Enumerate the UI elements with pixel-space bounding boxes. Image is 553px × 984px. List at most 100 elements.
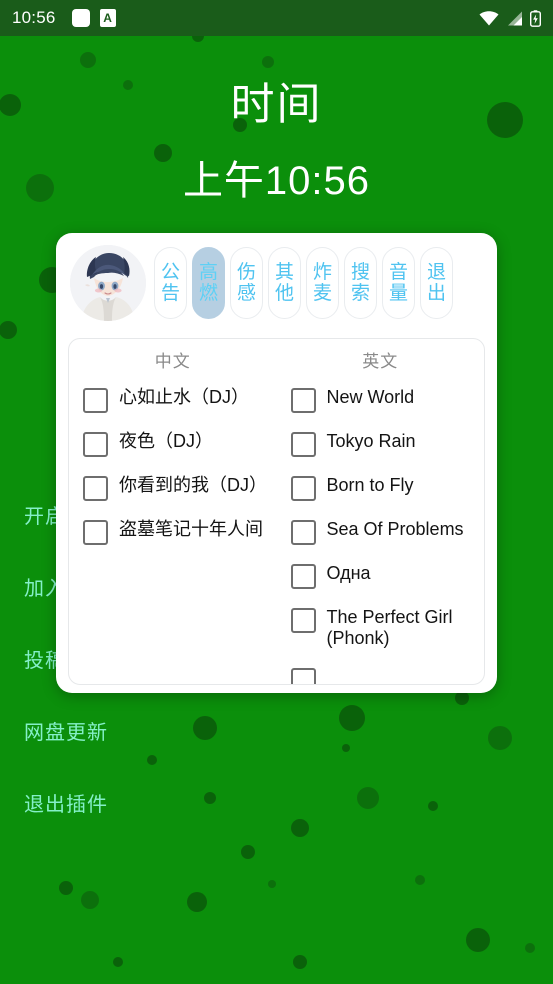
tab-gonggao[interactable]: 公 告 — [154, 247, 187, 319]
wifi-icon — [479, 10, 499, 26]
tab-gaoran-char2: 燃 — [198, 283, 218, 304]
blank-square-icon — [71, 9, 90, 27]
dialog-header: 公 告 高 燃 伤 感 其 他 炸 麦 搜 索 音 量 退 出 — [56, 233, 497, 329]
side-menu-item-3[interactable]: 网盘更新 — [24, 716, 129, 745]
decorative-bubble — [455, 691, 469, 705]
page-title: 时间 — [230, 80, 323, 129]
decorative-bubble — [415, 875, 425, 885]
decorative-bubble — [113, 957, 123, 967]
song-checkbox[interactable] — [290, 520, 316, 545]
decorative-bubble — [293, 955, 307, 969]
column-title-english: 英文 — [362, 352, 399, 371]
song-item[interactable]: Born to Fly — [281, 466, 481, 510]
status-bar-clock: 10:56 — [12, 8, 56, 27]
tab-gonggao-char1: 公 — [160, 261, 180, 283]
tab-shanggan-char2: 感 — [236, 283, 256, 304]
anime-boy-avatar-image — [70, 245, 146, 321]
song-label: Born to Fly — [326, 475, 414, 495]
song-item[interactable]: 你看到的我（DJ） — [73, 466, 273, 510]
battery-charging-icon — [530, 9, 541, 27]
tab-tuichu-char2: 出 — [426, 283, 446, 304]
song-label: New World — [326, 387, 415, 407]
category-tabs: 公 告 高 燃 伤 感 其 他 炸 麦 搜 索 音 量 退 出 — [154, 247, 453, 319]
status-bar-left-icons: A — [71, 9, 116, 27]
decorative-bubble — [187, 892, 207, 912]
decorative-bubble — [59, 881, 73, 895]
song-checkbox[interactable] — [83, 432, 108, 457]
tab-shanggan-char1: 伤 — [236, 261, 256, 283]
decorative-bubble — [241, 845, 255, 859]
decorative-bubble — [342, 744, 350, 752]
page-subtitle-time: 上午10:56 — [182, 159, 371, 203]
tab-qita-char2: 他 — [274, 283, 294, 304]
decorative-bubble — [193, 716, 217, 740]
status-bar-right-icons — [479, 9, 541, 27]
song-label: The Perfect Girl (Phonk) — [326, 607, 453, 649]
tab-tuichu-char1: 退 — [426, 261, 446, 283]
song-column-chinese: 中文 心如止水（DJ） 夜色（DJ） 你看到的我（DJ） 盗墓笔记十年人间 — [69, 339, 277, 684]
decorative-bubble — [488, 726, 512, 750]
decorative-bubble — [81, 891, 99, 909]
tab-yinliang-char1: 音 — [388, 261, 408, 283]
song-checkbox[interactable] — [290, 432, 316, 457]
song-checkbox[interactable] — [83, 476, 108, 501]
song-checkbox[interactable] — [290, 476, 316, 501]
song-label: Tokyo Rain — [326, 431, 416, 451]
song-item[interactable]: The Perfect Girl (Phonk) — [281, 598, 481, 658]
side-menu-item-4[interactable]: 退出插件 — [24, 788, 129, 817]
song-item-partial[interactable] — [281, 658, 481, 684]
song-item[interactable]: 盗墓笔记十年人间 — [73, 510, 273, 554]
cellular-signal-icon — [506, 11, 523, 26]
decorative-bubble — [339, 705, 365, 731]
song-checkbox[interactable] — [290, 668, 316, 684]
song-checkbox[interactable] — [83, 520, 108, 545]
decorative-bubble — [357, 787, 379, 809]
avatar — [70, 245, 146, 321]
song-item[interactable]: Tokyo Rain — [281, 422, 481, 466]
tab-sousuo-char2: 索 — [350, 283, 370, 304]
status-bar: 10:56 A — [0, 0, 553, 36]
tab-yinliang-char2: 量 — [388, 283, 408, 304]
tab-gaoran[interactable]: 高 燃 — [192, 247, 225, 319]
tab-gonggao-char2: 告 — [160, 283, 180, 304]
decorative-bubble — [525, 943, 535, 953]
tab-sousuo-char1: 搜 — [350, 261, 370, 283]
tab-zhamai-char1: 炸 — [312, 261, 332, 283]
song-picker-dialog: 公 告 高 燃 伤 感 其 他 炸 麦 搜 索 音 量 退 出 中文 心如止水（… — [56, 233, 497, 693]
decorative-bubble — [0, 321, 17, 339]
song-list-panel[interactable]: 中文 心如止水（DJ） 夜色（DJ） 你看到的我（DJ） 盗墓笔记十年人间 英文… — [68, 338, 485, 685]
tab-zhamai[interactable]: 炸 麦 — [306, 247, 339, 319]
a-letter-icon: A — [99, 9, 116, 27]
song-label: Sea Of Problems — [326, 519, 464, 539]
song-checkbox[interactable] — [83, 388, 108, 413]
decorative-bubble — [268, 880, 276, 888]
tab-tuichu[interactable]: 退 出 — [420, 247, 453, 319]
tab-qita-char1: 其 — [274, 261, 294, 283]
song-label: 盗墓笔记十年人间 — [119, 519, 263, 539]
decorative-bubble — [147, 755, 157, 765]
song-label: 夜色（DJ） — [119, 431, 213, 451]
song-label: 你看到的我（DJ） — [119, 475, 267, 495]
decorative-bubble — [80, 52, 96, 68]
tab-sousuo[interactable]: 搜 索 — [344, 247, 377, 319]
song-item[interactable]: Одна — [281, 554, 481, 598]
column-title-chinese: 中文 — [154, 352, 191, 371]
tab-yinliang[interactable]: 音 量 — [382, 247, 415, 319]
song-item[interactable]: 夜色（DJ） — [73, 422, 273, 466]
tab-qita[interactable]: 其 他 — [268, 247, 301, 319]
decorative-bubble — [262, 56, 274, 68]
song-label: 心如止水（DJ） — [119, 387, 249, 407]
tab-gaoran-char1: 高 — [198, 261, 218, 283]
song-item[interactable]: Sea Of Problems — [281, 510, 481, 554]
song-checkbox[interactable] — [290, 608, 316, 633]
song-item[interactable]: 心如止水（DJ） — [73, 378, 273, 422]
decorative-bubble — [428, 801, 438, 811]
decorative-bubble — [466, 928, 490, 952]
song-checkbox[interactable] — [290, 564, 316, 589]
tab-zhamai-char2: 麦 — [312, 283, 332, 304]
song-item[interactable]: New World — [281, 378, 481, 422]
song-checkbox[interactable] — [290, 388, 316, 413]
song-column-english: 英文 New World Tokyo Rain Born to Fly Sea … — [277, 339, 485, 684]
tab-shanggan[interactable]: 伤 感 — [230, 247, 263, 319]
decorative-bubble — [204, 792, 216, 804]
